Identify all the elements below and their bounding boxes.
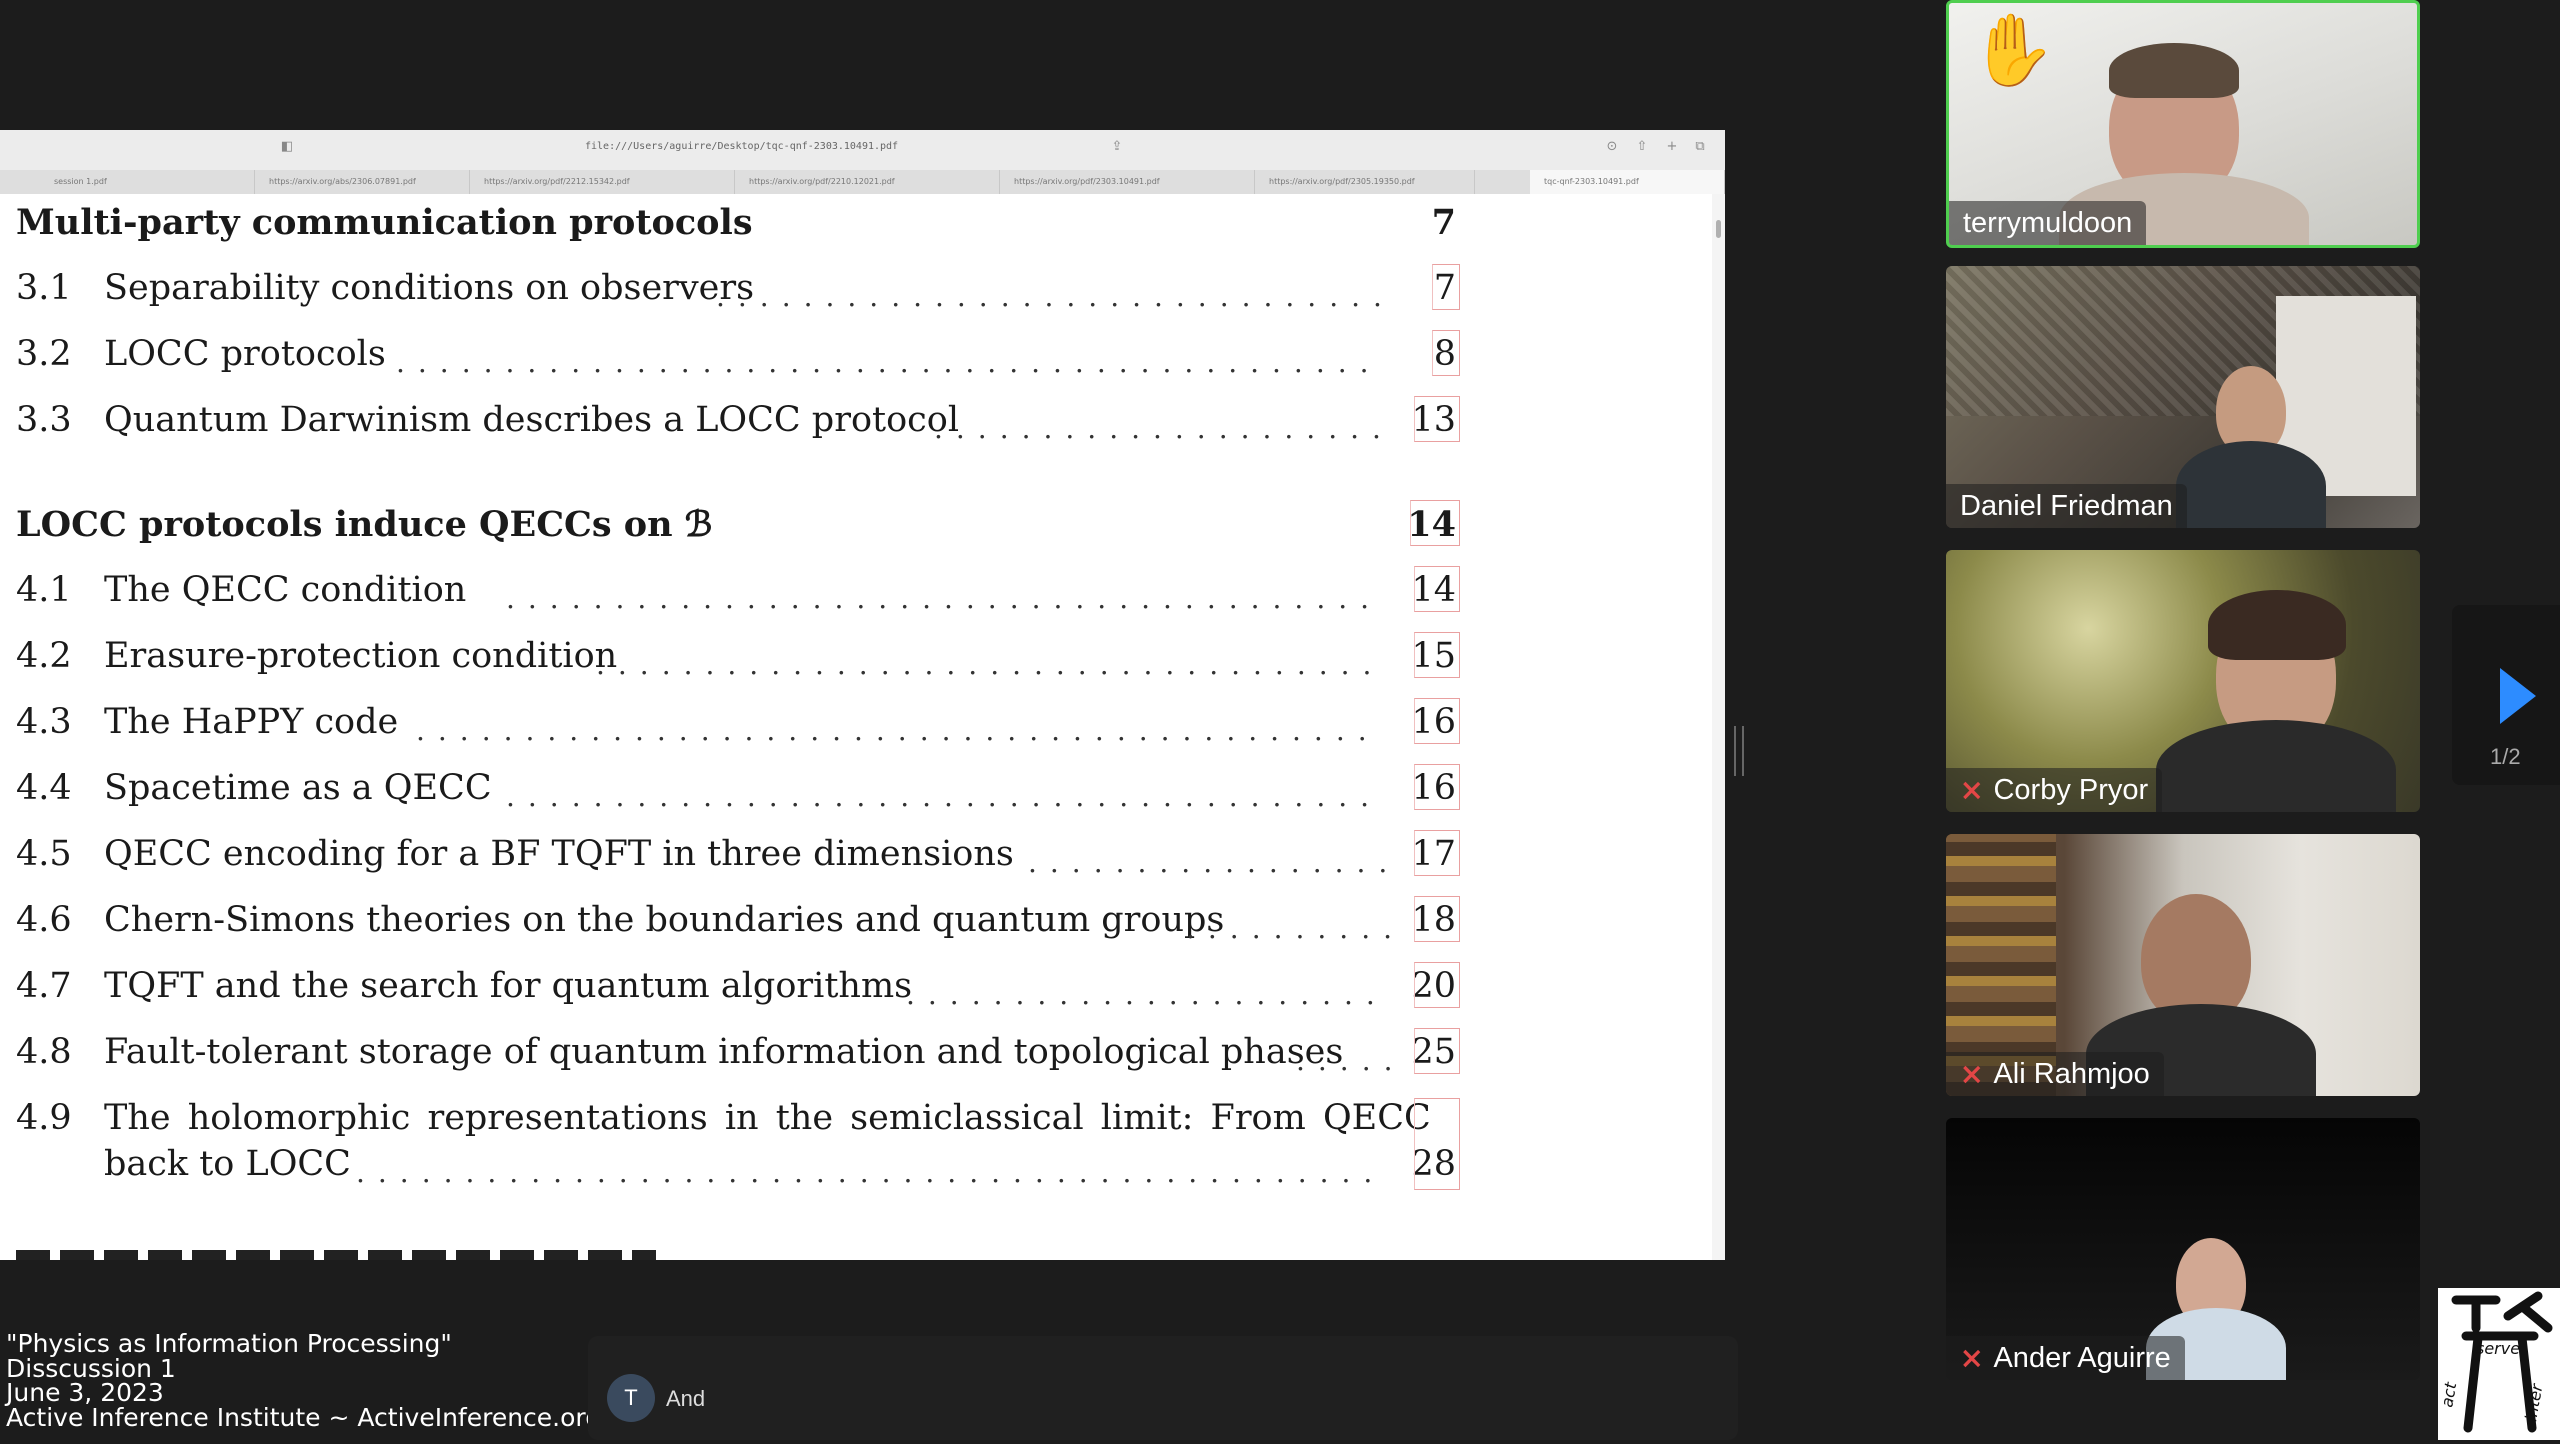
- leader-dots: .....: [1296, 1044, 1406, 1074]
- leader-dots: ..........: [1186, 912, 1406, 942]
- toc-entry[interactable]: 3.1 Separability conditions on observers…: [16, 264, 1460, 328]
- browser-tab[interactable]: https://arxiv.org/abs/2306.07891.pdf: [255, 170, 470, 194]
- scrollbar-thumb[interactable]: [1716, 220, 1721, 238]
- browser-tab[interactable]: https://arxiv.org/pdf/2305.19350.pdf: [1255, 170, 1475, 194]
- toc-entry[interactable]: 4.6 Chern-Simons theories on the boundar…: [16, 896, 1460, 960]
- toc-entry[interactable]: 4.2 Erasure-protection condition .......…: [16, 632, 1460, 696]
- link-box: [1414, 566, 1460, 612]
- leader-dots: ........................................…: [356, 1156, 1386, 1186]
- link-box: [1414, 698, 1460, 744]
- link-box: [1432, 330, 1460, 376]
- toc-entry[interactable]: 4.1 The QECC condition .................…: [16, 566, 1460, 630]
- toc-entry[interactable]: 3.3 Quantum Darwinism describes a LOCC p…: [16, 396, 1460, 460]
- chat-sender-name: And: [666, 1386, 706, 1411]
- toc-entry[interactable]: 4.7 TQFT and the search for quantum algo…: [16, 962, 1460, 1026]
- link-box: [1414, 830, 1460, 876]
- link-box: [1432, 264, 1460, 310]
- scrollbar[interactable]: [1712, 194, 1725, 1260]
- gallery-page-indicator: 1/2: [2490, 744, 2521, 769]
- toc-entry[interactable]: 4.3 The HaPPY code .....................…: [16, 698, 1460, 762]
- leader-dots: .....................: [934, 412, 1394, 442]
- participant-tile[interactable]: ✋ terrymuldoon: [1946, 0, 2420, 248]
- browser-toolbar: ◧ file:///Users/aguirre/Desktop/tqc-qnf-…: [0, 130, 1725, 171]
- participant-name: ⨯ Corby Pryor: [1946, 768, 2163, 812]
- mic-muted-icon: ⨯: [1960, 1058, 1984, 1089]
- participant-tile[interactable]: ⨯ Ali Rahmjoo: [1946, 834, 2420, 1096]
- sidebar-icon[interactable]: ◧: [280, 140, 294, 154]
- participant-name: ⨯ Ali Rahmjoo: [1946, 1052, 2164, 1096]
- address-bar[interactable]: file:///Users/aguirre/Desktop/tqc-qnf-23…: [585, 141, 898, 152]
- toc-section-heading[interactable]: LOCC protocols induce QECCs on ℬ 14: [16, 500, 1460, 564]
- tab-strip: session 1.pdf https://arxiv.org/abs/2306…: [0, 170, 1725, 195]
- leader-dots: ....................................: [596, 648, 1385, 678]
- leader-dots: ......................: [906, 978, 1388, 1008]
- active-inference-logo: serve act inter: [2437, 1288, 2560, 1440]
- browser-tab[interactable]: session 1.pdf: [40, 170, 255, 194]
- panel-resize-handle[interactable]: [1734, 726, 1744, 776]
- chat-bar: [588, 1336, 1738, 1440]
- download-icon[interactable]: ⊙: [1605, 140, 1619, 154]
- participant-tile[interactable]: ⨯ Corby Pryor: [1946, 550, 2420, 812]
- logo-text-serve: serve: [2476, 1339, 2520, 1358]
- participant-name: Daniel Friedman: [1946, 484, 2187, 528]
- browser-tab[interactable]: https://arxiv.org/pdf/2212.15342.pdf: [470, 170, 735, 194]
- participant-name: ⨯ Ander Aguirre: [1946, 1336, 2185, 1380]
- link-box: [1414, 632, 1460, 678]
- new-tab-icon[interactable]: +: [1665, 140, 1679, 154]
- link-box: [1414, 764, 1460, 810]
- toc-entry[interactable]: 3.2 LOCC protocols .....................…: [16, 330, 1460, 394]
- link-box: [1410, 500, 1460, 546]
- leader-dots: ........................................: [506, 780, 1383, 810]
- mic-muted-icon: ⨯: [1960, 774, 1984, 805]
- toc-entry[interactable]: 4.9 The holomorphic representations in t…: [16, 1098, 1460, 1208]
- share-icon[interactable]: ⇪: [1110, 140, 1124, 154]
- link-box: [1414, 1098, 1460, 1190]
- leader-dots: ........................................…: [396, 346, 1382, 376]
- participant-tile[interactable]: Daniel Friedman: [1946, 266, 2420, 528]
- tabs-overview-icon[interactable]: ⧉: [1693, 140, 1707, 154]
- cut-off-heading: [16, 1246, 656, 1260]
- toc-section-heading[interactable]: Multi-party communication protocols 7: [16, 202, 1456, 262]
- logo-text-act: act: [2438, 1380, 2460, 1409]
- raised-hand-icon: ✋: [1969, 9, 2057, 91]
- avatar[interactable]: T: [607, 1374, 655, 1422]
- link-box: [1414, 396, 1460, 442]
- link-box: [1414, 896, 1460, 942]
- leader-dots: ........................................: [506, 582, 1383, 612]
- link-box: [1414, 962, 1460, 1008]
- upload-icon[interactable]: ⇧: [1635, 140, 1649, 154]
- arrow-right-icon[interactable]: [2500, 668, 2536, 724]
- toc-entry[interactable]: 4.8 Fault-tolerant storage of quantum in…: [16, 1028, 1460, 1092]
- toc-entry[interactable]: 4.5 QECC encoding for a BF TQFT in three…: [16, 830, 1460, 894]
- leader-dots: ...............................: [716, 280, 1395, 310]
- shared-screen: ◧ file:///Users/aguirre/Desktop/tqc-qnf-…: [0, 130, 1725, 1260]
- video-caption: "Physics as Information Processing" Diss…: [6, 1329, 602, 1432]
- leader-dots: ........................................…: [416, 714, 1380, 744]
- pdf-page: Multi-party communication protocols 7 3.…: [0, 194, 1712, 1260]
- leader-dots: .................: [1028, 846, 1401, 876]
- toc-entry[interactable]: 4.4 Spacetime as a QECC ................…: [16, 764, 1460, 828]
- browser-tab-active[interactable]: tqc-qnf-2303.10491.pdf: [1530, 170, 1725, 194]
- participant-name: terrymuldoon: [1949, 201, 2147, 245]
- mic-muted-icon: ⨯: [1960, 1342, 1984, 1373]
- link-box: [1414, 1028, 1460, 1074]
- browser-tab[interactable]: https://arxiv.org/pdf/2303.10491.pdf: [1000, 170, 1255, 194]
- participant-tile[interactable]: ⨯ Ander Aguirre: [1946, 1118, 2420, 1380]
- browser-tab[interactable]: https://arxiv.org/pdf/2210.12021.pdf: [735, 170, 1000, 194]
